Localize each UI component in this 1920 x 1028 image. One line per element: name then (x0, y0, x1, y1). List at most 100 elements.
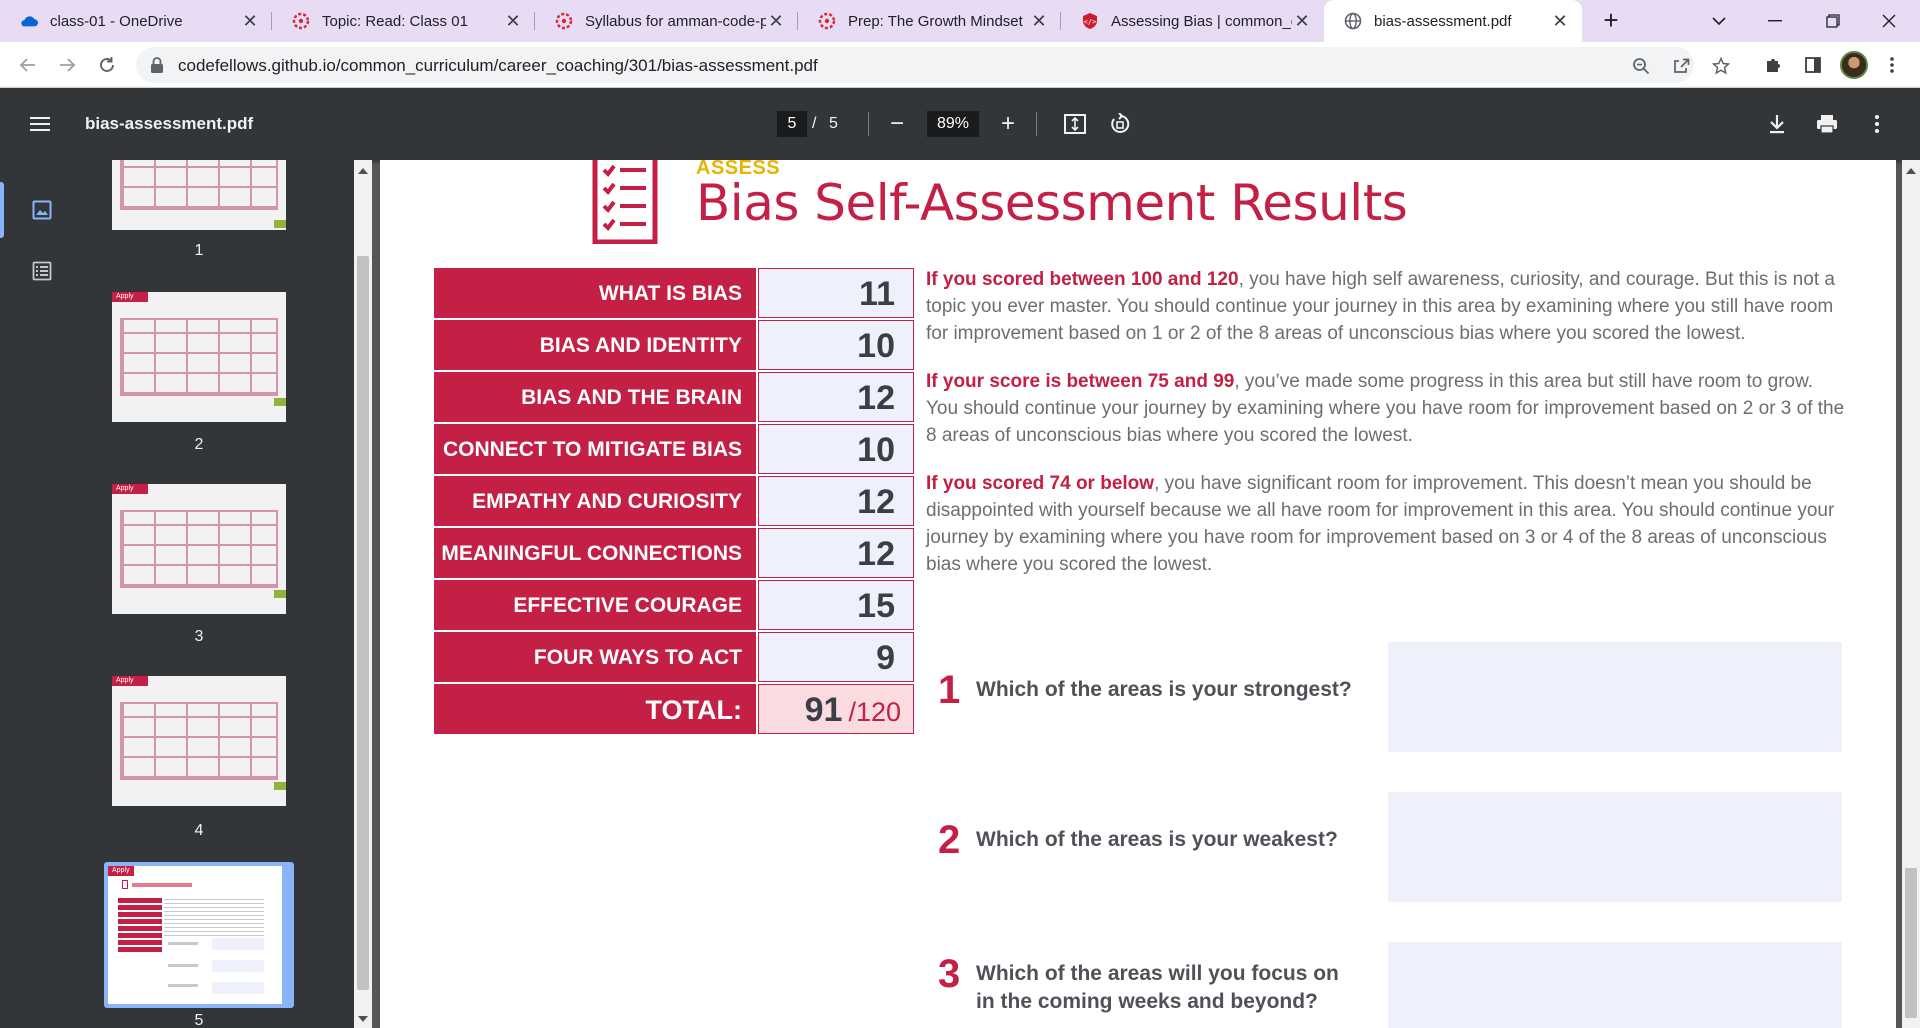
tab-growth-mindset[interactable]: Prep: The Growth Mindset ✕ (798, 0, 1061, 42)
tab-onedrive[interactable]: class-01 - OneDrive ✕ (0, 0, 272, 42)
print-icon[interactable] (1813, 110, 1841, 138)
total-label: TOTAL: (434, 684, 756, 734)
score-range-paragraph: If your score is between 75 and 99, you’… (926, 368, 1850, 449)
zoom-out-button[interactable]: − (883, 110, 911, 138)
new-tab-button[interactable]: + (1596, 6, 1626, 36)
close-window-icon[interactable] (1866, 0, 1912, 42)
thumbnails-view-icon[interactable] (0, 182, 56, 238)
score-row: BIAS AND THE BRAIN 12 (434, 372, 914, 422)
tab-read-class-01[interactable]: Topic: Read: Class 01 ✕ (272, 0, 535, 42)
pdf-more-options-icon[interactable] (1863, 110, 1891, 138)
download-icon[interactable] (1763, 110, 1791, 138)
shield-code-icon: </> (1081, 12, 1099, 30)
restore-icon[interactable] (1810, 0, 1856, 42)
zoom-level-input[interactable]: 89% (927, 111, 979, 137)
zoom-magnifier-icon[interactable] (1630, 55, 1652, 77)
thumbnail-label: 1 (194, 242, 204, 259)
tab-title: Prep: The Growth Mindset (848, 12, 1023, 30)
side-panel-icon[interactable] (1799, 51, 1827, 79)
page-thumbnail-5-selected[interactable]: Apply (104, 862, 294, 1008)
page-number-input[interactable]: 5 (777, 111, 807, 137)
rotate-icon[interactable] (1106, 110, 1134, 138)
close-tab-icon[interactable]: ✕ (240, 11, 260, 31)
close-tab-icon[interactable]: ✕ (1550, 11, 1570, 31)
scrollbar-thumb[interactable] (1905, 868, 1917, 1018)
thumbnail-tag: Apply (112, 292, 148, 302)
url-text[interactable]: codefellows.github.io/common_curriculum/… (178, 56, 818, 76)
thumbnail-tag: Apply (108, 866, 134, 876)
score-category: BIAS AND THE BRAIN (434, 372, 756, 422)
globe-icon (1344, 12, 1362, 30)
range-highlight: If your score is between 75 and 99 (926, 371, 1235, 392)
profile-avatar[interactable] (1840, 51, 1868, 79)
score-category: BIAS AND IDENTITY (434, 320, 756, 370)
total-max: /120 (848, 697, 901, 727)
thumbnail-label: 4 (194, 822, 204, 839)
zoom-in-button[interactable]: + (994, 110, 1022, 138)
close-tab-icon[interactable]: ✕ (1029, 11, 1049, 31)
range-highlight: If you scored between 100 and 120 (926, 269, 1239, 290)
browser-toolbar: codefellows.github.io/common_curriculum/… (0, 42, 1920, 88)
share-icon[interactable] (1670, 55, 1692, 77)
score-category: CONNECT TO MITIGATE BIAS (434, 424, 756, 474)
score-value[interactable]: 15 (758, 580, 914, 630)
back-arrow-icon[interactable] (14, 51, 42, 79)
score-value[interactable]: 12 (758, 528, 914, 578)
minimize-icon[interactable] (1752, 0, 1798, 42)
scroll-down-arrow-icon[interactable] (358, 1016, 368, 1022)
tab-search-icon[interactable] (1696, 0, 1742, 42)
canvas-logo-icon (292, 12, 310, 30)
score-range-paragraph: If you scored between 100 and 120, you h… (926, 266, 1850, 347)
checklist-icon (592, 160, 658, 245)
total-value-field[interactable]: 91/120 (758, 684, 914, 734)
close-tab-icon[interactable]: ✕ (766, 11, 786, 31)
close-tab-icon[interactable]: ✕ (1292, 11, 1312, 31)
score-value[interactable]: 11 (758, 268, 914, 318)
score-value[interactable]: 9 (758, 632, 914, 682)
tab-syllabus[interactable]: Syllabus for amman-code-p ✕ (535, 0, 798, 42)
range-highlight: If you scored 74 or below (926, 473, 1155, 494)
forward-arrow-icon[interactable] (53, 51, 81, 79)
page-thumbnail-1[interactable] (112, 160, 286, 230)
thumbnail-tag: Apply (112, 484, 148, 494)
score-category: WHAT IS BIAS (434, 268, 756, 318)
score-row: EMPATHY AND CURIOSITY 12 (434, 476, 914, 526)
score-category: MEANINGFUL CONNECTIONS (434, 528, 756, 578)
hamburger-menu-icon[interactable] (28, 112, 52, 136)
tab-bias-assessment-pdf[interactable]: bias-assessment.pdf ✕ (1324, 0, 1582, 42)
pdf-page: ASSESS Bias Self-Assessment Results WHAT… (380, 160, 1896, 1028)
answer-field-strongest[interactable] (1388, 642, 1842, 752)
browser-menu-icon[interactable] (1878, 51, 1906, 79)
sidebar-scrollbar[interactable] (354, 160, 372, 1028)
answer-field-weakest[interactable] (1388, 792, 1842, 902)
bookmark-star-icon[interactable] (1710, 55, 1732, 77)
page-scrollbar[interactable] (1902, 160, 1920, 1028)
score-value[interactable]: 10 (758, 424, 914, 474)
question-text: Which of the areas will you focus on in … (976, 962, 1339, 1013)
page-thumbnail-3[interactable]: Apply (112, 484, 286, 614)
score-value[interactable]: 10 (758, 320, 914, 370)
reload-icon[interactable] (93, 51, 121, 79)
score-range-paragraph: If you scored 74 or below, you have sign… (926, 470, 1850, 578)
score-total-row: TOTAL: 91/120 (434, 684, 914, 734)
outline-view-icon[interactable] (28, 257, 56, 285)
thumbnail-label: 2 (194, 436, 204, 453)
close-tab-icon[interactable]: ✕ (503, 11, 523, 31)
canvas-logo-icon (555, 12, 573, 30)
score-row: WHAT IS BIAS 11 (434, 268, 914, 318)
answer-field-focus[interactable] (1388, 942, 1842, 1028)
tab-assessing-bias[interactable]: </> Assessing Bias | common_c ✕ (1061, 0, 1324, 42)
fit-to-page-icon[interactable] (1061, 110, 1089, 138)
scroll-up-arrow-icon[interactable] (1906, 168, 1916, 174)
score-value[interactable]: 12 (758, 476, 914, 526)
lock-icon[interactable] (150, 56, 164, 79)
page-thumbnail-2[interactable]: Apply (112, 292, 286, 422)
page-thumbnail-4[interactable]: Apply (112, 676, 286, 806)
address-bar[interactable]: codefellows.github.io/common_curriculum/… (136, 47, 1730, 83)
document-title: Bias Self-Assessment Results (696, 174, 1408, 232)
extensions-puzzle-icon[interactable] (1759, 51, 1787, 79)
scrollbar-thumb[interactable] (357, 256, 369, 990)
thumbnail-label: 3 (194, 628, 204, 645)
scroll-up-arrow-icon[interactable] (358, 168, 368, 174)
score-value[interactable]: 12 (758, 372, 914, 422)
